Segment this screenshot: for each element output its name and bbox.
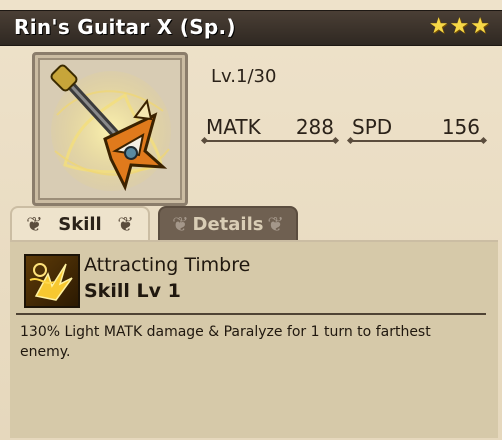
item-info-card: Rin's Guitar X (Sp.) ★ ★ ★ Lv.1/30 MATK … — [0, 0, 502, 440]
ornament-icon: ❦ — [267, 212, 284, 236]
light-burst-skill-icon — [24, 254, 80, 308]
tab-skill[interactable]: ❦ Skill ❦ — [10, 206, 150, 242]
guitar-weapon-icon — [50, 64, 171, 192]
item-level: Lv.1/30 — [211, 66, 277, 87]
skill-panel: Attracting Timbre Skill Lv 1 130% Light … — [10, 240, 498, 438]
skill-divider — [16, 313, 486, 315]
title-bar: Rin's Guitar X (Sp.) ★ ★ ★ — [0, 10, 502, 46]
item-icon-frame — [32, 52, 188, 206]
skill-name: Attracting Timbre — [84, 254, 251, 276]
rarity-stars: ★ ★ ★ — [429, 15, 490, 39]
stat-matk-label: MATK — [206, 115, 261, 139]
star-icon: ★ — [470, 14, 490, 39]
stat-matk-value: 288 — [295, 115, 334, 139]
stat-spd-value: 156 — [441, 115, 480, 139]
stat-spd-label: SPD — [352, 115, 393, 139]
tab-details[interactable]: ❦ Details ❦ — [158, 206, 298, 242]
skill-description: 130% Light MATK damage & Paralyze for 1 … — [20, 324, 431, 360]
star-icon: ★ — [449, 14, 470, 39]
skill-burst-graphic — [29, 263, 73, 301]
ornament-icon: ❦ — [117, 212, 134, 236]
skill-level: Skill Lv 1 — [84, 280, 181, 302]
item-name: Rin's Guitar X (Sp.) — [14, 15, 236, 39]
stat-spd-divider — [350, 140, 484, 142]
stat-matk-divider — [204, 140, 336, 142]
star-icon: ★ — [428, 14, 449, 39]
